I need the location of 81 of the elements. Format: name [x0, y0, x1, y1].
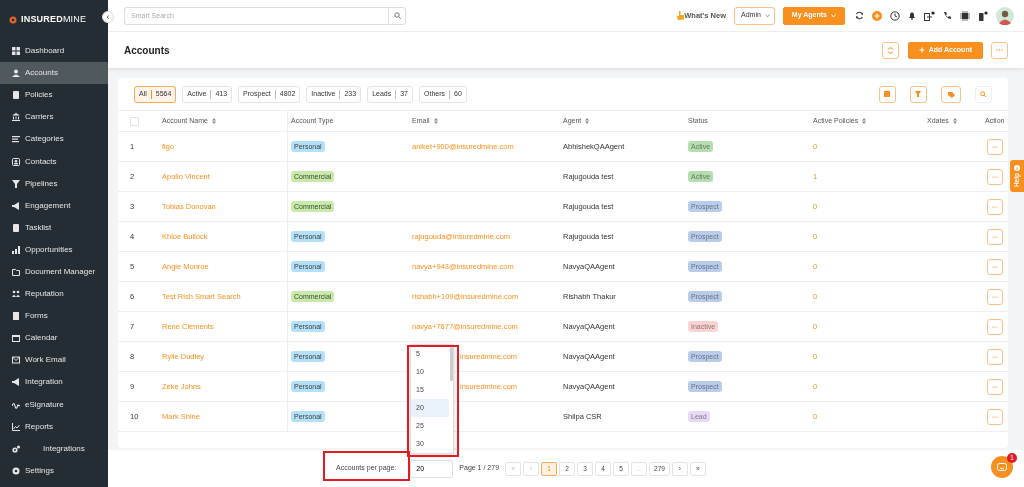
sidebar-item[interactable]: Integration — [0, 371, 108, 394]
list-icon — [12, 135, 20, 144]
logo-icon — [9, 16, 17, 24]
more-button[interactable] — [991, 41, 1008, 59]
avatar-icon[interactable] — [996, 6, 1014, 25]
plus-icon — [918, 47, 925, 53]
bar-chart-icon — [12, 245, 20, 254]
envelope-icon — [12, 356, 20, 365]
row-actions-button[interactable] — [986, 378, 1003, 395]
sidebar-item[interactable]: Calendar — [0, 327, 108, 350]
funnel-icon — [12, 179, 20, 188]
row-actions-button[interactable] — [986, 288, 1003, 305]
sidebar-item[interactable]: Categories — [0, 128, 108, 151]
line-chart-icon — [12, 422, 20, 431]
row-actions-button[interactable] — [986, 228, 1003, 245]
phone-icon[interactable] — [943, 11, 952, 20]
sidebar-item[interactable]: Settings — [0, 459, 108, 482]
caret-icon — [764, 13, 770, 18]
logo-text: INSUREDMINE — [21, 13, 87, 27]
refresh-button[interactable] — [881, 41, 899, 59]
calendar-icon — [12, 334, 20, 343]
sidebar-item[interactable]: Work Email — [0, 349, 108, 372]
users-icon — [12, 69, 20, 78]
search-icon — [393, 12, 401, 19]
megaphone-icon — [12, 201, 20, 210]
sidebar-item[interactable]: Carriers — [0, 106, 108, 129]
gears-icon — [12, 444, 20, 453]
people-icon — [12, 290, 20, 299]
grid-icon — [884, 90, 891, 98]
row-actions-button[interactable] — [986, 348, 1003, 365]
signature-icon — [12, 400, 20, 409]
page-title: Accounts — [124, 43, 171, 58]
tag-icon — [947, 90, 955, 98]
plus-icon[interactable] — [872, 10, 882, 21]
sidebar-item[interactable]: Integrations — [0, 437, 108, 460]
bank-icon — [12, 113, 20, 122]
sidebar-item[interactable]: Reports — [0, 415, 108, 438]
sidebar-item[interactable]: Engagement — [0, 194, 108, 217]
sidebar-item[interactable]: Pipelines — [0, 172, 108, 195]
funnel-icon — [915, 90, 922, 98]
filter-button[interactable] — [910, 85, 927, 103]
grid-view-button[interactable] — [879, 85, 896, 103]
sidebar-item[interactable]: Opportunities — [0, 238, 108, 261]
sidebar-item[interactable]: Dashboard — [0, 40, 108, 63]
sidebar-item[interactable]: eSignature — [0, 393, 108, 416]
folder-icon — [12, 268, 20, 276]
search-button[interactable] — [388, 6, 406, 25]
tag-button[interactable] — [941, 85, 961, 103]
row-actions-button[interactable] — [986, 258, 1003, 275]
chat-icon — [997, 462, 1007, 472]
info-icon — [1014, 164, 1020, 171]
clock-icon[interactable] — [890, 10, 900, 21]
sidebar-item[interactable]: Contacts — [0, 150, 108, 173]
sidebar-item[interactable]: Forms — [0, 305, 108, 328]
refresh-icon[interactable] — [855, 11, 864, 20]
caret-icon — [831, 13, 836, 18]
select-all-checkbox[interactable] — [130, 116, 139, 126]
row-actions-button[interactable] — [986, 198, 1003, 215]
sidebar-item[interactable]: Policies — [0, 84, 108, 107]
chip-icon[interactable] — [960, 10, 970, 21]
contact-card-icon — [12, 157, 20, 166]
search-button[interactable] — [975, 85, 992, 103]
document-icon — [12, 91, 20, 100]
sidebar-item[interactable]: Accounts — [0, 62, 108, 85]
gear-icon — [12, 466, 20, 475]
row-actions-button[interactable] — [986, 318, 1003, 335]
sidebar-item[interactable]: Reputation — [0, 283, 108, 306]
sidebar-item[interactable]: Document Manager — [0, 260, 108, 284]
hand-icon — [677, 11, 685, 20]
megaphone-icon — [12, 378, 20, 387]
row-actions-button[interactable] — [986, 408, 1003, 425]
grid-icon — [12, 47, 20, 56]
mobile-icon[interactable] — [978, 10, 988, 21]
bell-icon[interactable] — [908, 11, 916, 20]
row-actions-button[interactable] — [986, 138, 1003, 155]
scrollbar-thumb[interactable] — [450, 347, 453, 381]
row-actions-button[interactable] — [986, 168, 1003, 185]
refresh-icon — [886, 46, 894, 54]
collapse-button[interactable]: ‹ — [102, 11, 114, 23]
sidebar-item[interactable]: Tasklist — [0, 216, 108, 239]
search-icon — [980, 90, 987, 98]
